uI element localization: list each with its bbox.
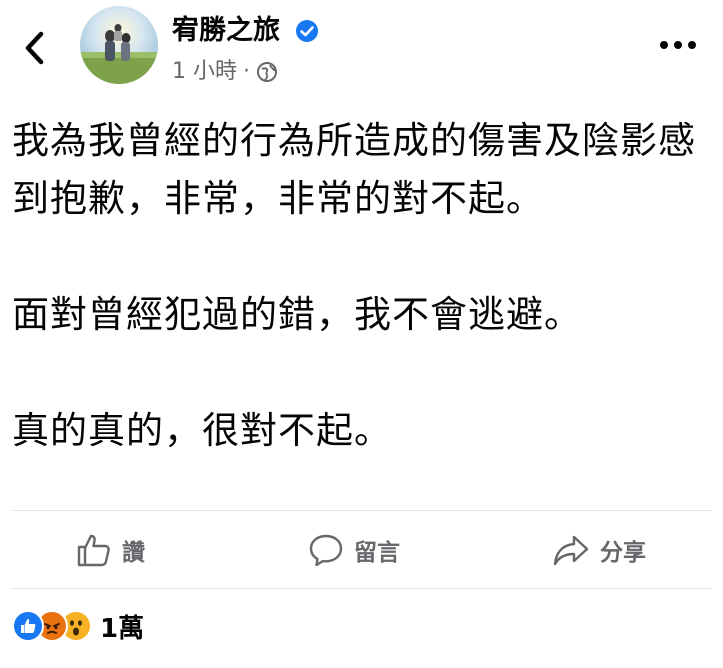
thumbs-up-icon — [77, 534, 110, 566]
post-paragraph: 我為我曾經的行為所造成的傷害及陰影感到抱歉，非常，非常的對不起。 — [12, 119, 696, 220]
like-label: 讚 — [122, 539, 145, 566]
like-button[interactable]: 讚 — [76, 511, 145, 588]
more-options-button[interactable] — [653, 30, 703, 60]
post-body: 我為我曾經的行為所造成的傷害及陰影感到抱歉，非常，非常的對不起。 面對曾經犯過的… — [12, 112, 712, 460]
share-arrow-icon — [553, 535, 589, 565]
reaction-count[interactable]: 1萬 — [100, 608, 144, 645]
avatar[interactable] — [80, 6, 158, 84]
divider — [12, 588, 712, 589]
verified-badge-icon — [296, 20, 319, 42]
avatar-image — [80, 6, 158, 84]
post-header: 宥勝之旅 1 小時 · — [0, 0, 723, 100]
more-horizontal-icon — [660, 41, 696, 49]
globe-icon[interactable] — [256, 61, 278, 83]
author-name[interactable]: 宥勝之旅 — [172, 14, 319, 48]
chevron-left-icon — [25, 31, 44, 65]
post-paragraph: 面對曾經犯過的錯，我不會逃避。 — [12, 293, 582, 336]
comment-label: 留言 — [354, 539, 400, 566]
comment-button[interactable]: 留言 — [308, 511, 400, 588]
share-button[interactable]: 分享 — [552, 511, 646, 588]
share-label: 分享 — [600, 539, 646, 566]
back-button[interactable] — [14, 28, 54, 68]
meta-separator: · — [243, 59, 250, 84]
author-name-text[interactable]: 宥勝之旅 — [172, 15, 280, 46]
comment-bubble-icon — [309, 534, 343, 566]
reaction-summary[interactable]: 1萬 — [12, 606, 144, 646]
like-reaction-icon — [12, 610, 44, 642]
post-time[interactable]: 1 小時 — [172, 58, 237, 86]
post-actions: 讚 留言 分享 — [0, 511, 723, 588]
post-meta: 1 小時 · — [172, 58, 278, 86]
post-paragraph: 真的真的，很對不起。 — [12, 409, 392, 452]
